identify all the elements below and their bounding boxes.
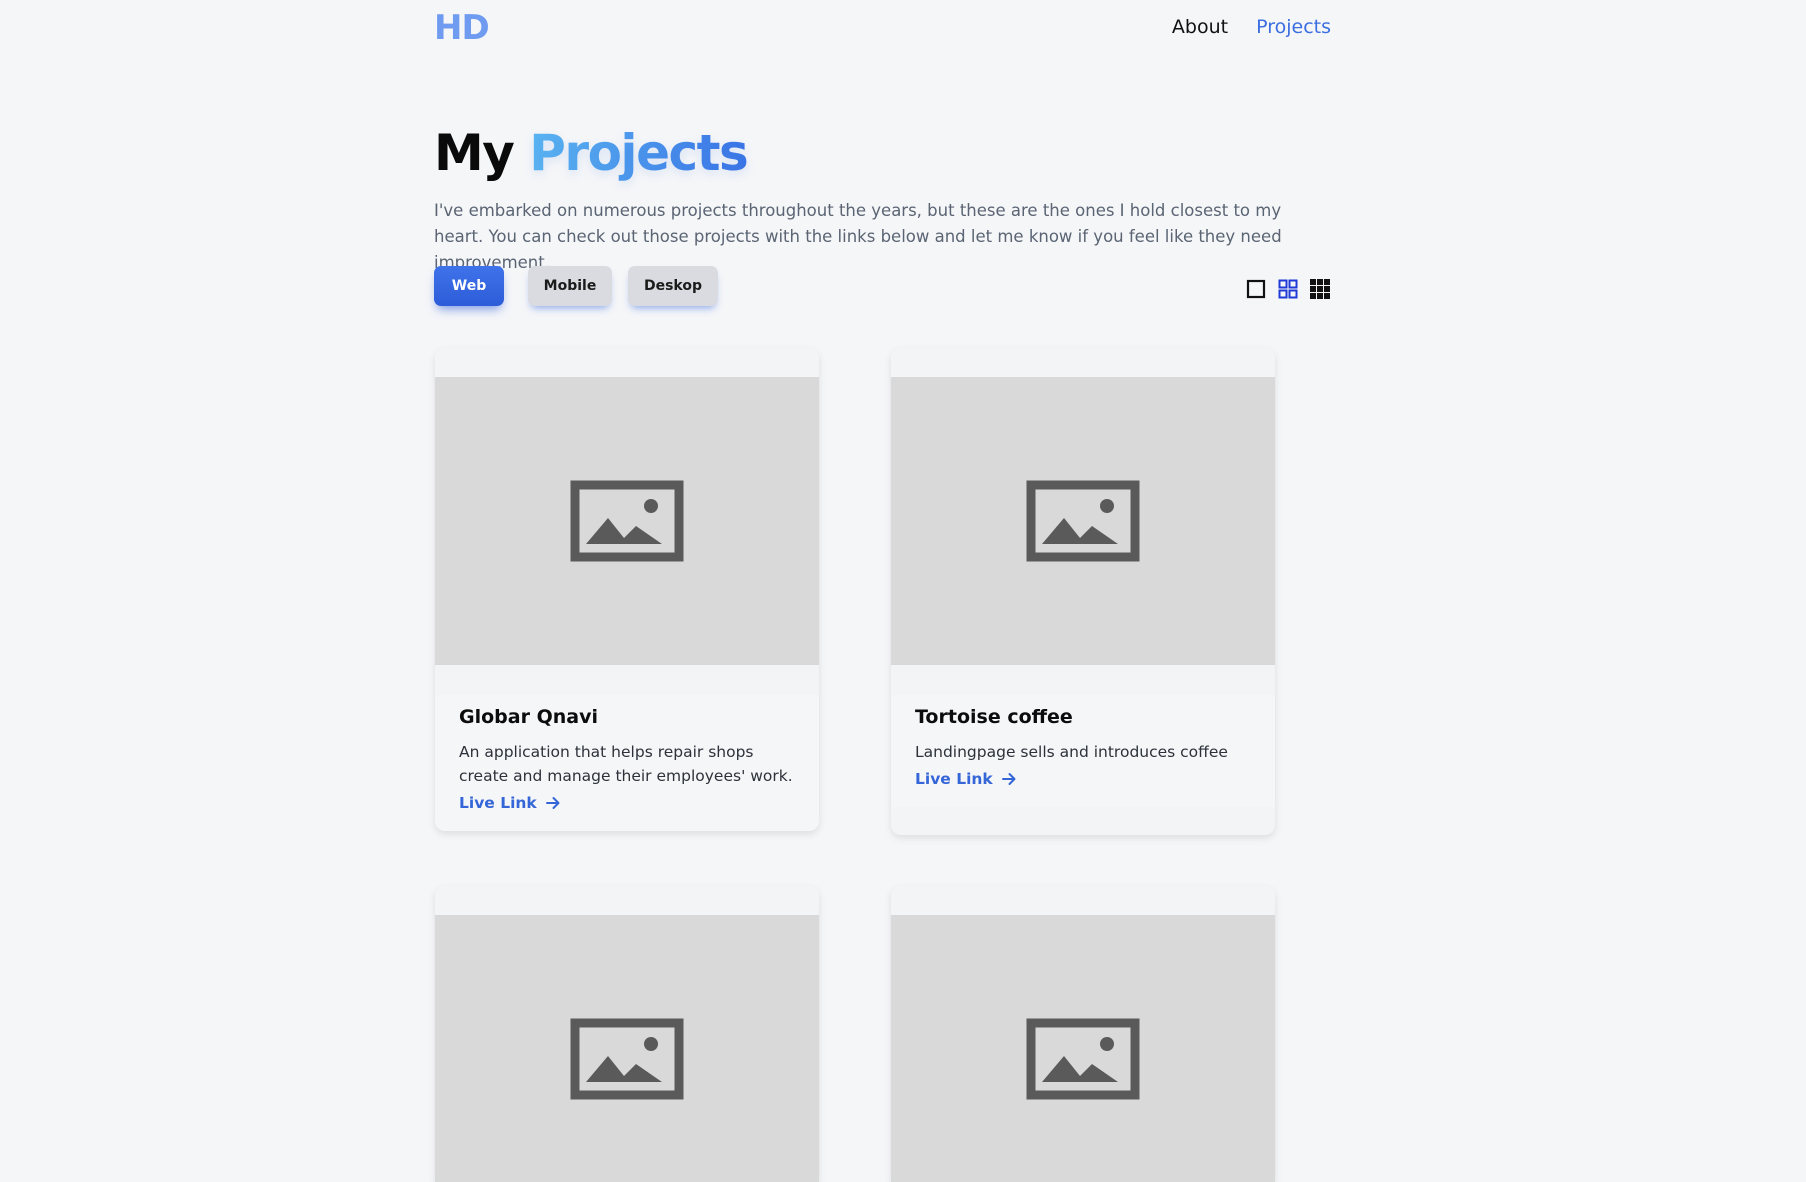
image-placeholder-icon (570, 480, 684, 562)
nav-projects-link[interactable]: Projects (1256, 16, 1331, 38)
main-nav: About Projects (1172, 16, 1331, 38)
page: HD About Projects My Projects I've embar… (0, 0, 1806, 1182)
card-top-strip (891, 886, 1275, 915)
project-title: Tortoise coffee (915, 706, 1073, 728)
filter-mobile-button[interactable]: Mobile (528, 266, 612, 306)
category-filters: Web Mobile Deskop (434, 266, 718, 306)
live-link-label: Live Link (915, 770, 993, 788)
live-link-label: Live Link (459, 794, 537, 812)
project-thumbnail (435, 915, 819, 1182)
page-title: My Projects (434, 124, 749, 182)
live-link[interactable]: Live Link (459, 794, 561, 812)
card-top-strip (891, 348, 1275, 377)
filter-desktop-button[interactable]: Deskop (628, 266, 718, 306)
project-thumbnail (891, 377, 1275, 665)
page-title-accent: Projects (529, 124, 749, 182)
image-placeholder-icon (1026, 1018, 1140, 1100)
project-thumbnail (891, 915, 1275, 1182)
project-card: Globar Qnavi An application that helps r… (435, 348, 819, 831)
image-placeholder-icon (570, 1018, 684, 1100)
card-top-strip (435, 348, 819, 377)
project-description: An application that helps repair shops c… (459, 743, 793, 785)
three-column-grid-icon[interactable] (1310, 279, 1330, 299)
card-top-strip (435, 886, 819, 915)
image-placeholder-icon (1026, 480, 1140, 562)
two-column-grid-icon[interactable] (1278, 279, 1298, 299)
card-bottom-strip (435, 665, 819, 695)
logo[interactable]: HD (434, 8, 490, 48)
project-title: Globar Qnavi (459, 706, 598, 728)
view-toggles (1246, 279, 1330, 299)
card-body: Tortoise coffee Landingpage sells and in… (891, 695, 1275, 807)
single-column-icon[interactable] (1246, 279, 1266, 299)
project-description: Landingpage sells and introduces coffee (915, 743, 1228, 761)
nav-about-link[interactable]: About (1172, 16, 1228, 38)
arrow-right-icon (1001, 773, 1016, 785)
project-card: Tortoise coffee Landingpage sells and in… (891, 348, 1275, 835)
card-bottom-strip (891, 665, 1275, 695)
project-card (891, 886, 1275, 1182)
filter-web-button[interactable]: Web (434, 266, 504, 306)
arrow-right-icon (545, 797, 560, 809)
page-title-plain: My (434, 124, 515, 182)
page-description: I've embarked on numerous projects throu… (434, 201, 1282, 272)
project-thumbnail (435, 377, 819, 665)
live-link[interactable]: Live Link (915, 770, 1017, 788)
card-body: Globar Qnavi An application that helps r… (435, 695, 819, 831)
project-card (435, 886, 819, 1182)
